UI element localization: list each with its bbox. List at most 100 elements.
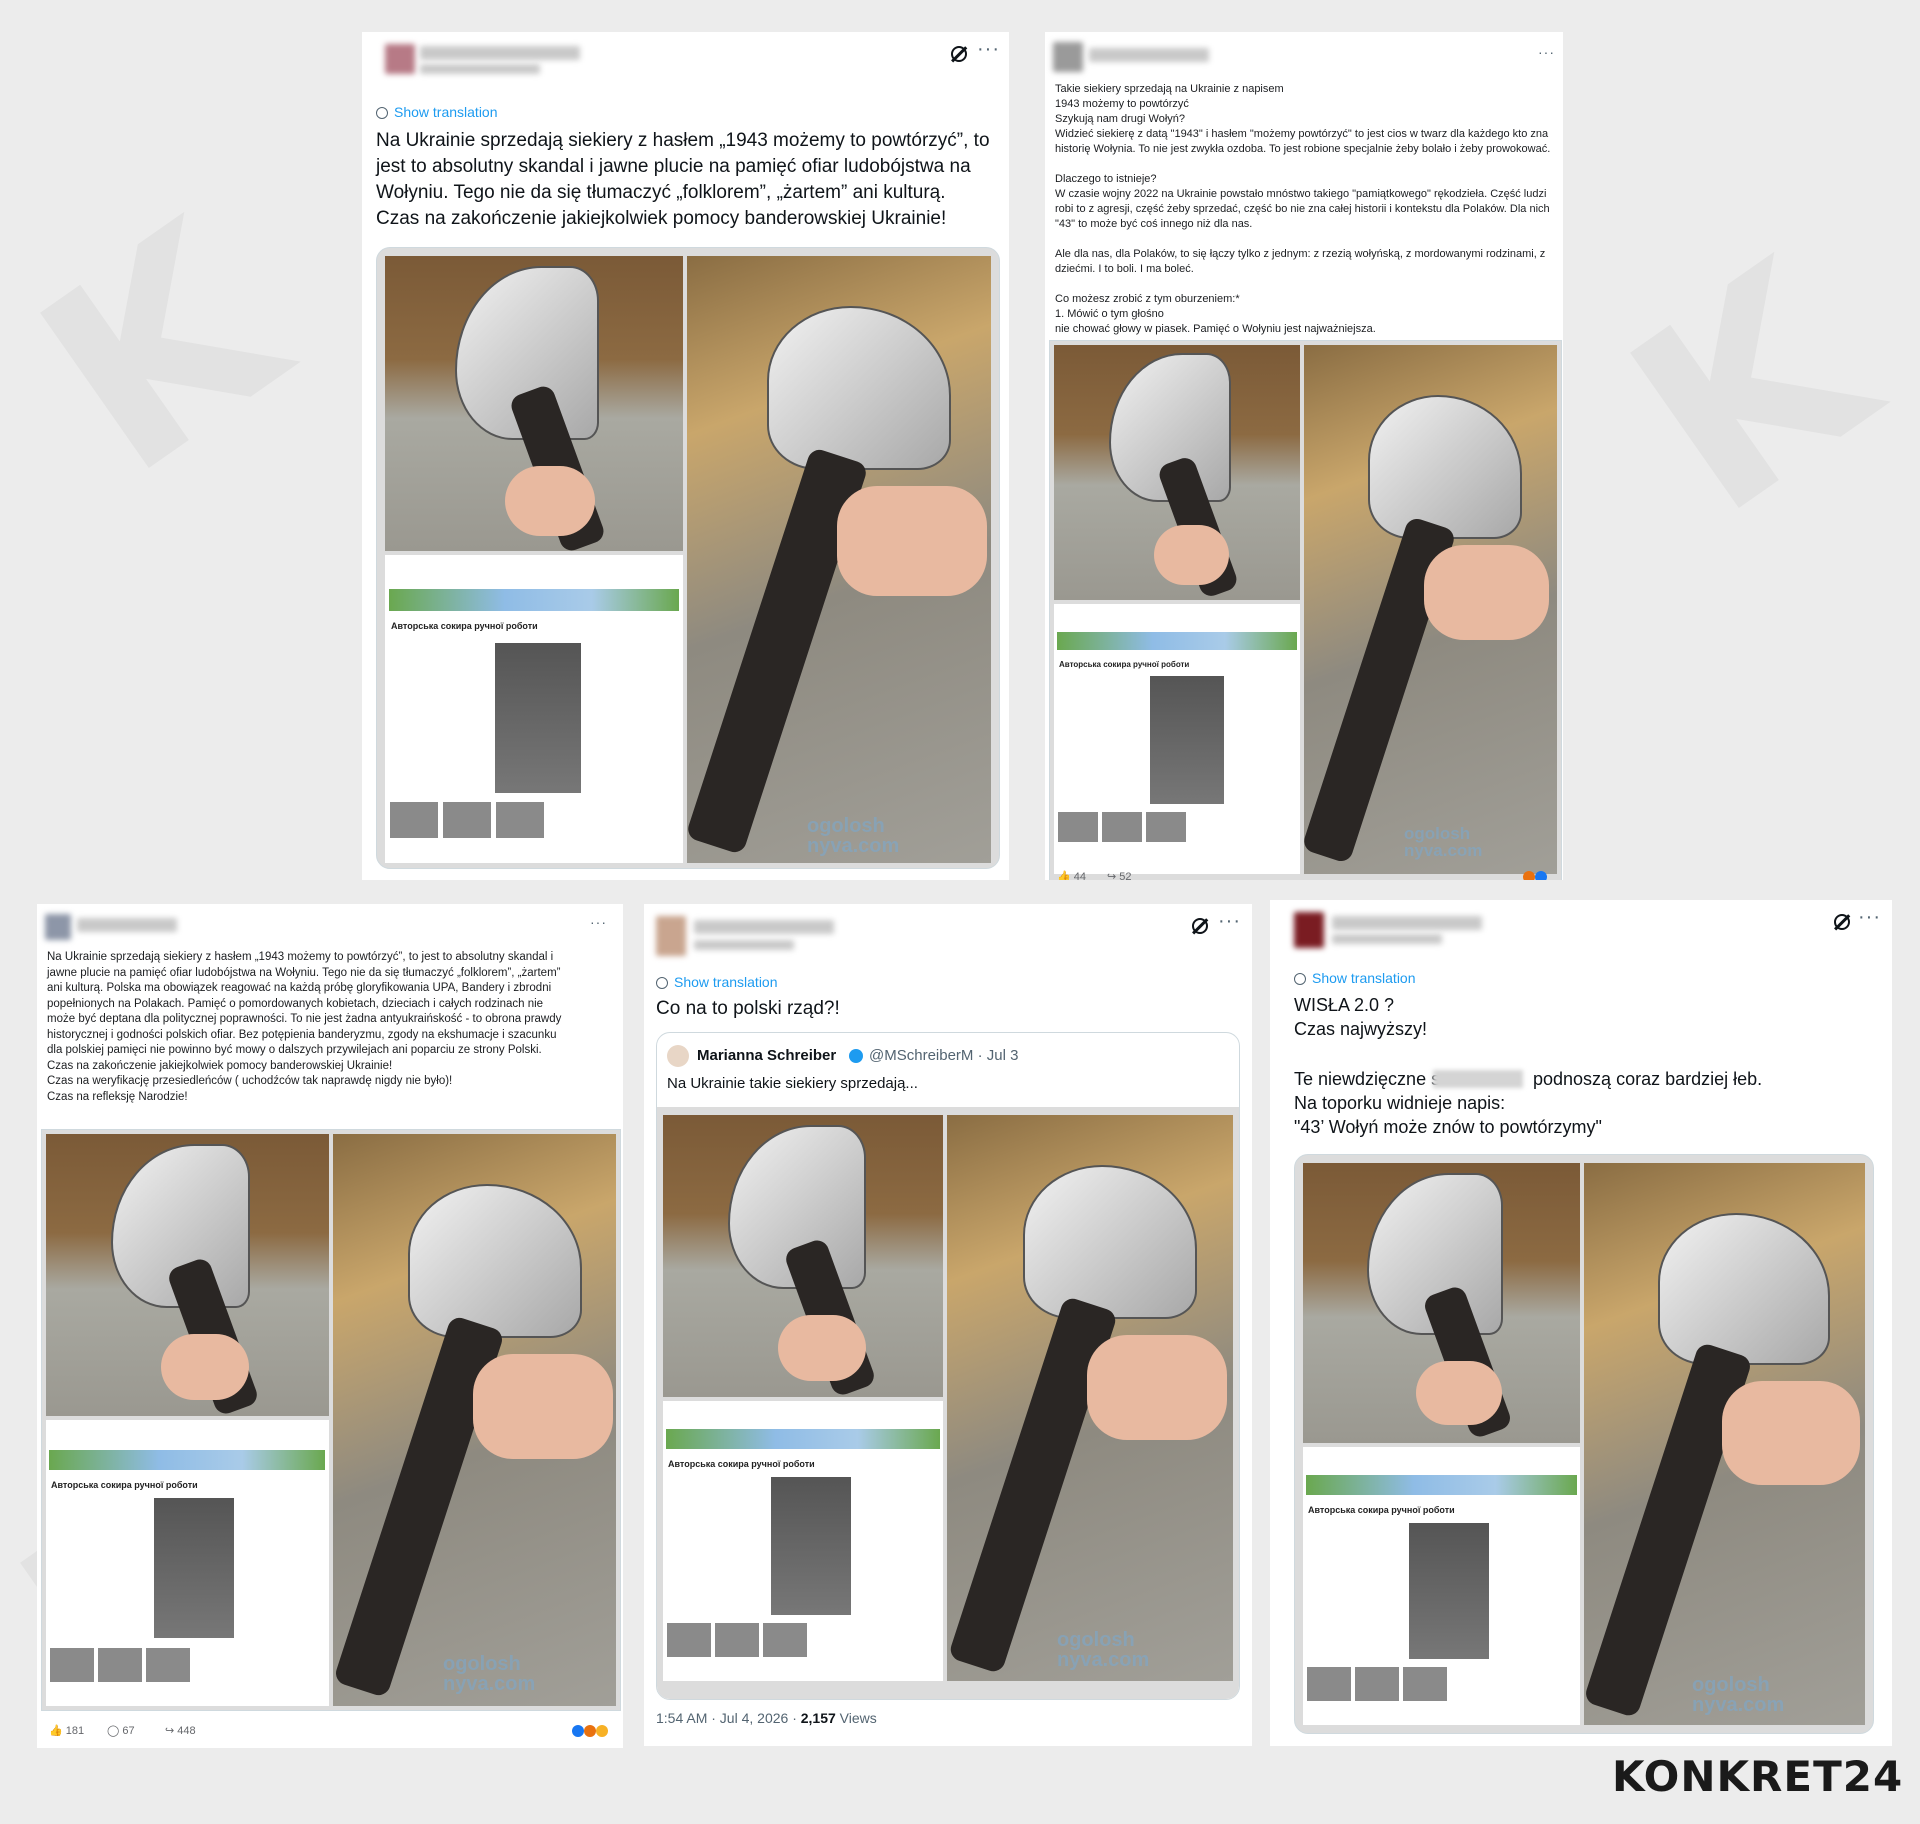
author-handle-blurred: [694, 940, 794, 950]
post-media[interactable]: Авторська сокира ручної роботи ogolosh n…: [1294, 1154, 1874, 1734]
quote-author-name[interactable]: Marianna Schreiber: [697, 1047, 836, 1064]
post-line-1: WISŁA 2.0 ?: [1294, 995, 1395, 1015]
show-translation-link[interactable]: Show translation: [1294, 970, 1416, 986]
thumbnail: [50, 1648, 94, 1682]
post-media[interactable]: Авторська сокира ручної роботи ogolosh n…: [41, 1129, 621, 1711]
like-count[interactable]: 👍 181: [49, 1724, 84, 1737]
site-product-title: Авторська сокира ручної роботи: [668, 1459, 815, 1469]
site-banner: [666, 1429, 940, 1449]
grok-icon[interactable]: [1192, 918, 1208, 934]
quote-text: Na Ukrainie takie siekiery sprzedają...: [667, 1075, 918, 1092]
post-line-5: "43’ Wołyń może znów to powtórzymy": [1294, 1117, 1602, 1137]
photo-axe-held[interactable]: [46, 1134, 329, 1416]
thumbnail: [1146, 812, 1186, 842]
image-watermark: ogolosh nyva.com: [1404, 824, 1483, 860]
avatar[interactable]: [656, 916, 686, 956]
post-timestamp[interactable]: 1:54 AM · Jul 4, 2026 · 2,157 Views: [656, 1710, 877, 1726]
more-options-icon[interactable]: ···: [1218, 910, 1241, 933]
product-photo: [495, 643, 581, 793]
grok-icon[interactable]: [1834, 914, 1850, 930]
axe-head: [408, 1184, 582, 1338]
site-product-title: Авторська сокира ручної роботи: [391, 621, 538, 631]
axe-head: [1658, 1213, 1830, 1365]
website-screenshot: Авторська сокира ручної роботи: [385, 555, 683, 863]
angry-reaction-icon: [584, 1725, 596, 1737]
more-options-icon[interactable]: ···: [1538, 44, 1555, 60]
photo-axe-held[interactable]: [1303, 1163, 1580, 1443]
product-photo: [1150, 676, 1224, 804]
product-photo: [771, 1477, 851, 1615]
thumbnail: [667, 1623, 711, 1657]
author-name-blurred: [1332, 916, 1482, 930]
photo-axe-wood[interactable]: ogolosh nyva.com: [333, 1134, 616, 1706]
quote-avatar[interactable]: [667, 1045, 689, 1067]
hand: [473, 1354, 613, 1459]
avatar[interactable]: [1053, 42, 1083, 72]
more-options-icon[interactable]: ···: [1858, 906, 1881, 929]
photo-axe-wood[interactable]: ogolosh nyva.com: [947, 1115, 1233, 1681]
quoted-post[interactable]: Marianna Schreiber @MSchreiberM · Jul 3 …: [656, 1032, 1240, 1700]
post-line-2: Czas najwyższy!: [1294, 1019, 1428, 1039]
thumbnail: [98, 1648, 142, 1682]
author-name-blurred: [420, 46, 580, 60]
product-photo: [154, 1498, 234, 1638]
quote-author-handle: @MSchreiberM · Jul 3: [869, 1047, 1019, 1064]
site-banner: [49, 1450, 325, 1470]
post-line-3a: Te niewdzięczne s: [1294, 1069, 1441, 1089]
post-text: Takie siekiery sprzedają na Ukrainie z n…: [1055, 83, 1551, 365]
photo-axe-held[interactable]: [663, 1115, 943, 1397]
thumbnail: [1403, 1667, 1447, 1701]
hand: [837, 486, 987, 596]
image-watermark: ogolosh nyva.com: [1057, 1629, 1150, 1671]
photo-axe-wood[interactable]: ogolosh nyva.com: [1304, 345, 1557, 874]
konkret24-logo: KONKRET24: [1612, 1752, 1904, 1801]
share-count[interactable]: ↪ 52: [1107, 870, 1132, 880]
share-count[interactable]: ↪ 448: [165, 1724, 196, 1737]
website-screenshot: Авторська сокира ручної роботи: [663, 1401, 943, 1681]
post-text: Co na to polski rząd?!: [656, 998, 840, 1019]
grok-icon[interactable]: [951, 46, 967, 62]
comment-count[interactable]: ◯ 67: [107, 1724, 135, 1737]
wow-reaction-icon: [596, 1725, 608, 1737]
show-translation-link[interactable]: Show translation: [656, 974, 778, 990]
photo-axe-wood[interactable]: ogolosh nyva.com: [1584, 1163, 1865, 1725]
more-options-icon[interactable]: ···: [977, 38, 1000, 61]
author-name-blurred: [1089, 48, 1209, 62]
hand: [1424, 545, 1549, 640]
quote-media[interactable]: Авторська сокира ручної роботи ogolosh n…: [657, 1107, 1239, 1699]
avatar[interactable]: [45, 914, 71, 940]
author-handle-blurred: [1332, 934, 1442, 944]
thumbnail: [146, 1648, 190, 1682]
author-handle-blurred: [420, 64, 540, 74]
axe-head: [767, 306, 951, 470]
hand: [1154, 525, 1229, 585]
photo-axe-held[interactable]: [385, 256, 683, 551]
image-watermark: ogolosh nyva.com: [1692, 1674, 1785, 1716]
author-name-blurred: [694, 920, 834, 934]
post-card-3: ··· Na Ukrainie sprzedają siekiery z has…: [37, 904, 623, 1748]
site-product-title: Авторська сокира ручної роботи: [51, 1480, 198, 1490]
image-watermark: ogolosh nyva.com: [807, 815, 900, 857]
show-translation-link[interactable]: Show translation: [376, 104, 498, 120]
post-text: Na Ukrainie sprzedają siekiery z hasłem …: [376, 130, 990, 229]
hand: [1416, 1361, 1502, 1425]
photo-axe-wood[interactable]: ogolosh nyva.com: [687, 256, 991, 863]
post-card-1: ··· Show translation Na Ukrainie sprzeda…: [362, 32, 1009, 880]
hand: [1087, 1335, 1227, 1440]
more-options-icon[interactable]: ···: [590, 914, 607, 930]
post-media[interactable]: Авторська сокира ручної роботи ogolosh n…: [376, 247, 1000, 869]
like-reaction-icon: [572, 1725, 584, 1737]
like-count[interactable]: 👍 44: [1057, 870, 1086, 880]
photo-axe-held[interactable]: [1054, 345, 1300, 600]
avatar[interactable]: [385, 44, 415, 74]
post-card-5: ··· Show translation WISŁA 2.0 ? Czas na…: [1270, 900, 1892, 1746]
post-card-2: ··· Takie siekiery sprzedają na Ukrainie…: [1045, 32, 1563, 880]
post-media[interactable]: Авторська сокира ручної роботи ogolosh n…: [1049, 340, 1562, 880]
view-count: 2,157: [800, 1710, 836, 1726]
post-text: Na Ukrainie sprzedają siekiery z hasłem …: [47, 951, 562, 1103]
post-line-3b: podnoszą coraz bardziej łeb.: [1533, 1069, 1763, 1089]
hand: [1722, 1381, 1860, 1485]
avatar[interactable]: [1294, 912, 1324, 948]
site-product-title: Авторська сокира ручної роботи: [1308, 1505, 1455, 1515]
thumbnail: [1058, 812, 1098, 842]
